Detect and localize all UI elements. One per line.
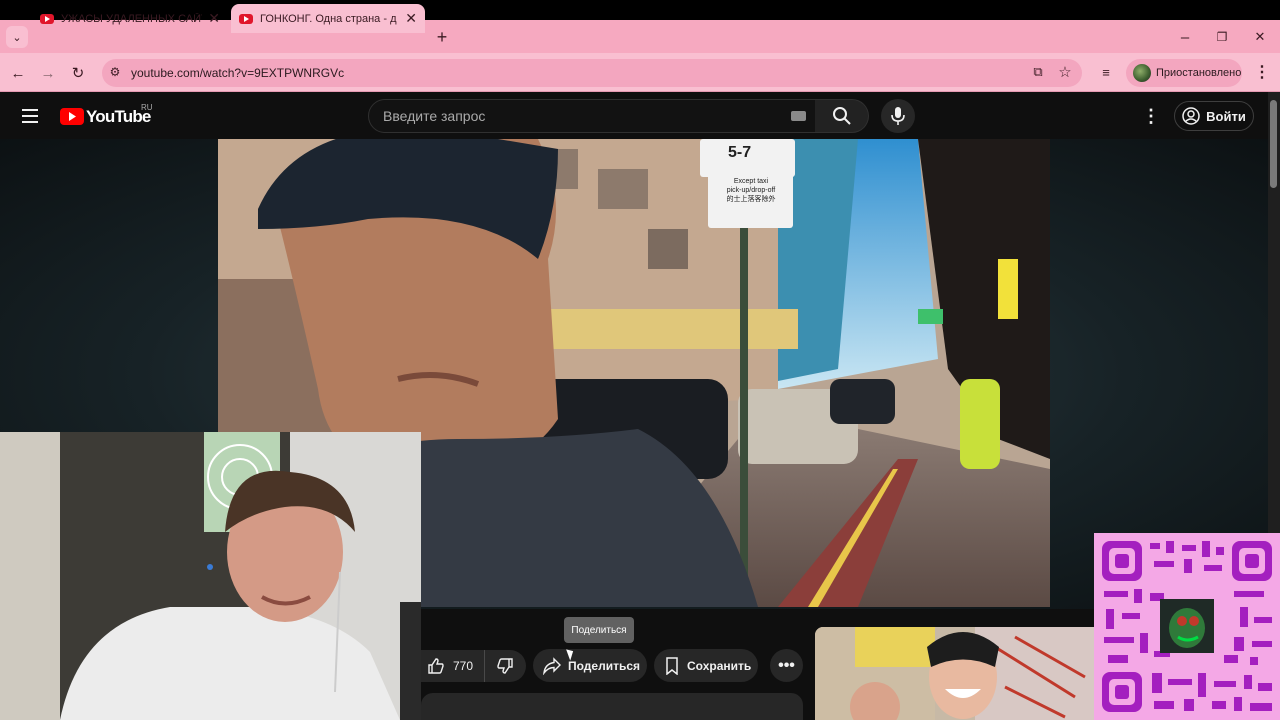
- description-box[interactable]: [421, 693, 803, 720]
- reload-icon: ↻: [71, 65, 85, 82]
- share-label: Поделиться: [568, 658, 641, 673]
- qr-code-image: [1094, 533, 1280, 720]
- settings-menu-button[interactable]: ⋮: [1140, 105, 1162, 127]
- minimize-icon: –: [1180, 28, 1190, 46]
- youtube-logo-icon: [60, 108, 84, 125]
- profile-status: Приостановлено: [1156, 67, 1242, 79]
- more-vertical-icon: ⋮: [1254, 64, 1270, 81]
- bookmark-icon: [666, 656, 678, 675]
- keyboard-icon[interactable]: [791, 111, 806, 121]
- sign-line: 的士上落客除外: [726, 196, 776, 203]
- save-label: Сохранить: [687, 658, 752, 673]
- webcam-overlay: [0, 432, 421, 720]
- voice-search-button[interactable]: [881, 99, 915, 133]
- close-window-button[interactable]: ✕: [1249, 26, 1271, 48]
- street-sign-text: Except taxi pick-up/drop-off 的士上落客除外: [710, 177, 792, 204]
- thumbs-down-icon: [497, 658, 513, 674]
- search-icon: [833, 107, 851, 125]
- tab-title: ГОНКОНГ. Одна страна - д: [260, 12, 397, 25]
- minimize-button[interactable]: –: [1174, 26, 1196, 48]
- share-tooltip: Поделиться: [564, 617, 634, 643]
- youtube-logo[interactable]: YouTube RU: [60, 103, 160, 130]
- scrollbar-thumb[interactable]: [1270, 100, 1277, 188]
- install-icon: ⧉: [1033, 64, 1043, 79]
- youtube-favicon-icon: [40, 13, 54, 24]
- qr-code-overlay: [1094, 533, 1280, 720]
- thumbs-up-icon: [428, 658, 444, 674]
- login-label: Войти: [1206, 108, 1246, 124]
- browser-menu-button[interactable]: ⋮: [1252, 62, 1272, 82]
- search-button[interactable]: [815, 99, 869, 133]
- more-horizontal-icon: •••: [778, 656, 795, 674]
- sign-line: pick-up/drop-off: [726, 187, 776, 194]
- restore-icon: ❐: [1216, 30, 1228, 44]
- bookmark-button[interactable]: ☆: [1055, 62, 1075, 82]
- back-button[interactable]: ←: [7, 62, 29, 84]
- more-actions-button[interactable]: •••: [770, 649, 803, 682]
- like-button[interactable]: 770: [421, 650, 485, 682]
- youtube-favicon-icon: [239, 13, 253, 24]
- new-tab-button[interactable]: +: [430, 26, 454, 48]
- media-control-button[interactable]: ≡: [1096, 62, 1116, 82]
- thumbnail-image: [815, 627, 1094, 720]
- url-text[interactable]: youtube.com/watch?v=9EXTPWNRGVc: [131, 66, 344, 80]
- playlist-icon: ≡: [1102, 64, 1110, 80]
- recommended-video-thumbnail[interactable]: [815, 627, 1094, 720]
- reload-button[interactable]: ↻: [67, 62, 89, 84]
- star-icon: ☆: [1058, 64, 1072, 81]
- like-dislike-group: 770: [421, 650, 526, 682]
- install-app-button[interactable]: ⧉: [1028, 62, 1048, 82]
- restore-button[interactable]: ❐: [1211, 26, 1233, 48]
- tab-search-button[interactable]: ⌄: [6, 26, 28, 48]
- hamburger-icon: [22, 109, 38, 123]
- site-info-button[interactable]: ⚙: [106, 63, 124, 81]
- tab-title: УЖАСЫ УДАЛЕННЫХ САЙТОВ: [61, 12, 202, 25]
- chevron-down-icon: ⌄: [12, 31, 22, 44]
- avatar: [1133, 64, 1151, 82]
- region-code: RU: [141, 103, 153, 112]
- save-button[interactable]: Сохранить: [654, 649, 758, 682]
- tune-icon: ⚙: [109, 65, 121, 79]
- webcam-image: [0, 432, 421, 720]
- arrow-right-icon: →: [40, 64, 56, 82]
- search-placeholder: Введите запрос: [383, 108, 486, 124]
- menu-button[interactable]: [20, 106, 40, 126]
- share-button[interactable]: Поделиться: [533, 649, 647, 682]
- like-count: 770: [453, 659, 474, 673]
- street-sign-number: 5-7: [728, 144, 752, 161]
- arrow-left-icon: ←: [10, 64, 26, 82]
- tab-2[interactable]: ГОНКОНГ. Одна страна - д ✕: [231, 4, 425, 33]
- forward-button[interactable]: →: [37, 62, 59, 84]
- close-icon[interactable]: ✕: [208, 10, 220, 27]
- close-icon: ✕: [1254, 29, 1266, 44]
- tab-1[interactable]: УЖАСЫ УДАЛЕННЫХ САЙТОВ ✕: [32, 4, 228, 33]
- sign-line: Except taxi: [733, 178, 769, 185]
- login-button[interactable]: Войти: [1174, 101, 1254, 131]
- close-icon[interactable]: ✕: [405, 10, 417, 27]
- profile-button[interactable]: Приостановлено: [1126, 59, 1242, 87]
- microphone-icon: [891, 107, 905, 125]
- more-vertical-icon: ⋮: [1142, 105, 1160, 126]
- share-icon: [543, 656, 561, 675]
- dislike-button[interactable]: [485, 650, 526, 682]
- account-circle-icon: [1182, 107, 1200, 125]
